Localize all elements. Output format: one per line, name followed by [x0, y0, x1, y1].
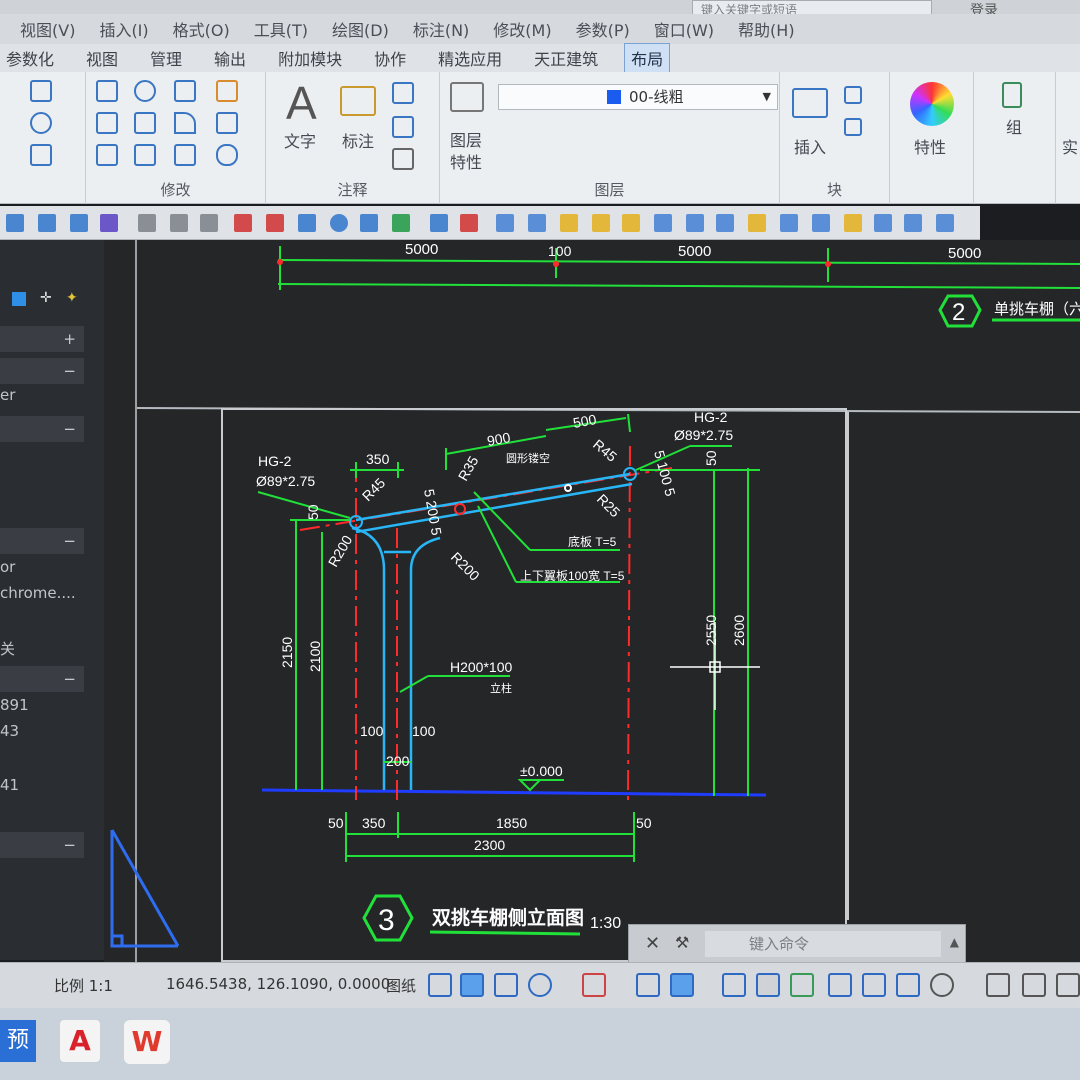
cad-drawing[interactable]: 5000 100 5000 5000 2 单挑车棚（六个 [0, 0, 1080, 1080]
command-history-icon[interactable]: ▲ [950, 935, 959, 949]
status-bar: 比例 1:1 1646.5438, 126.1090, 0.0000 图纸 [0, 962, 1080, 1008]
dim-100-right: 100 [412, 723, 436, 739]
dim-2150: 2150 [279, 637, 295, 668]
dim-2600: 2600 [731, 615, 747, 646]
label-r45-left: R45 [359, 474, 389, 504]
top-dim-3: 5000 [678, 243, 711, 260]
top-dim-4: 5000 [948, 245, 981, 262]
selection-cycle-icon[interactable] [756, 973, 780, 997]
label-hg2-left: HG-2 [258, 453, 292, 469]
dim-2550: 2550 [703, 615, 719, 646]
polar-icon[interactable] [528, 973, 552, 997]
autocad-app-icon[interactable]: A [60, 1020, 100, 1062]
dim-50-bottom-right: 50 [636, 815, 652, 831]
label-column-name: 立柱 [490, 681, 512, 695]
dim-200: 200 [386, 753, 410, 769]
label-plate-note: 底板 T=5 [568, 534, 617, 549]
dim-100-left: 100 [360, 723, 384, 739]
label-r25: R25 [594, 491, 624, 521]
wrench-icon[interactable]: ⚒ [675, 933, 689, 952]
dynamic-input-icon[interactable] [460, 973, 484, 997]
view2-number: 2 [952, 299, 965, 326]
lineweight-icon[interactable] [670, 973, 694, 997]
top-dim-2: 100 [548, 243, 572, 259]
label-r200-right: R200 [448, 549, 483, 584]
dim-350-bottom: 350 [362, 815, 386, 831]
properties-toggle-icon[interactable] [1022, 973, 1046, 997]
label-column-size: H200*100 [450, 659, 512, 675]
command-window: ✕ ⚒ 键入命令 ▲ [628, 924, 966, 964]
label-r35: R35 [455, 453, 482, 483]
command-input[interactable]: 键入命令 [705, 931, 941, 957]
snap-mode-icon[interactable] [428, 973, 452, 997]
view3-scale: 1:30 [590, 915, 621, 932]
dim-500: 500 [572, 411, 598, 431]
taskbar: 预 A W [0, 1008, 1080, 1080]
dim-5-200-5: 5 200 5 [421, 488, 445, 537]
view2-title: 单挑车棚（六个 [994, 301, 1080, 318]
annotation-scale[interactable]: 比例 1:1 [54, 975, 113, 996]
label-pipe-right: Ø89*2.75 [674, 427, 733, 443]
dim-1850: 1850 [496, 815, 527, 831]
label-hg2-right: HG-2 [694, 409, 728, 425]
view3-number: 3 [378, 904, 395, 937]
dim-900: 900 [486, 429, 512, 449]
view3-title: 双挑车棚侧立面图 [432, 906, 584, 929]
cursor-coordinates: 1646.5438, 126.1090, 0.0000 [166, 975, 391, 993]
label-r45-right: R45 [590, 436, 620, 465]
close-icon[interactable]: ✕ [645, 933, 660, 954]
plus-icon[interactable] [986, 973, 1010, 997]
preview-app-icon[interactable]: 预 [0, 1020, 36, 1062]
annotation-monitor-icon[interactable] [828, 973, 852, 997]
settings-gear-icon[interactable] [930, 973, 954, 997]
auto-scale-icon[interactable] [896, 973, 920, 997]
3d-osnap-icon[interactable] [790, 973, 814, 997]
ortho-icon[interactable] [494, 973, 518, 997]
dim-50-top-right: 50 [703, 450, 719, 466]
dim-50-bottom-left: 50 [328, 815, 344, 831]
annotation-visibility-icon[interactable] [862, 973, 886, 997]
dim-350-top: 350 [366, 451, 390, 467]
ucs-icon [110, 829, 180, 948]
top-dim-1: 5000 [405, 241, 438, 258]
dim-2100: 2100 [307, 641, 323, 672]
label-pipe-left: Ø89*2.75 [256, 473, 315, 489]
paper-space-toggle[interactable]: 图纸 [386, 975, 416, 996]
transparency-icon[interactable] [722, 973, 746, 997]
label-arc-note: 圆形镂空 [506, 451, 550, 465]
osnap-icon[interactable] [582, 973, 606, 997]
otrack-icon[interactable] [636, 973, 660, 997]
wps-app-icon[interactable]: W [124, 1020, 170, 1064]
ground-line [261, 788, 767, 797]
dim-2300: 2300 [474, 837, 505, 853]
label-r200-left: R200 [325, 532, 356, 569]
fullscreen-icon[interactable] [1056, 973, 1080, 997]
dim-50-top-left: 50 [305, 504, 321, 520]
dim-5-100-5: 5 100 5 [651, 449, 679, 498]
label-wing-note: 上下翼板100宽 T=5 [520, 568, 625, 583]
label-level: ±0.000 [520, 763, 563, 779]
